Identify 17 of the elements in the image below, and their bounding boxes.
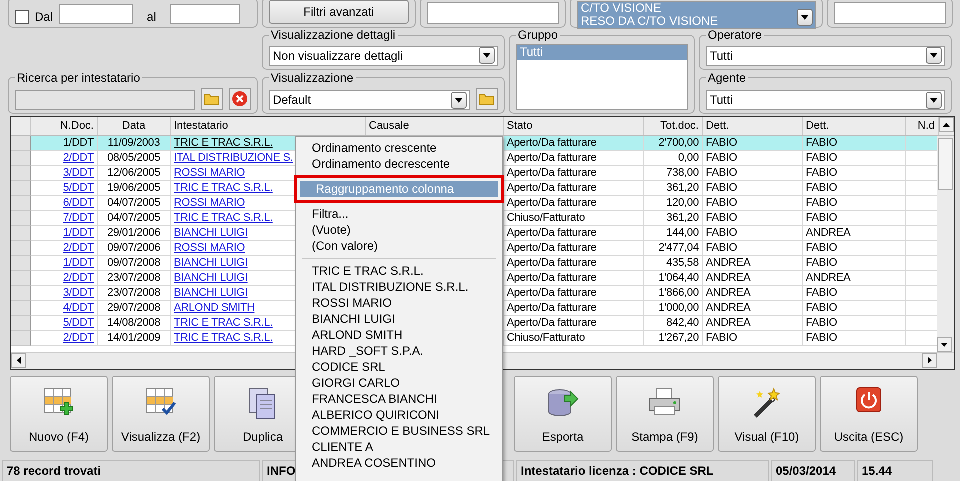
panel-title: Agente xyxy=(707,70,748,84)
status-text: 15.44 xyxy=(857,460,933,481)
panel-title: Visualizzazione xyxy=(270,70,354,84)
panel-title: Gruppo xyxy=(517,28,560,42)
table-cell: 1'267,20 xyxy=(644,331,703,346)
field-label: al xyxy=(147,10,156,24)
status-text: Intestatario licenza : CODICE SRL xyxy=(516,460,769,481)
checkbox-label: Dal xyxy=(35,10,54,24)
status-text: 78 record trovati xyxy=(2,460,260,481)
table-cell: FABIO xyxy=(703,331,803,346)
panel-title: Ricerca per intestatario xyxy=(16,70,142,84)
table-cell: FABIO xyxy=(803,331,906,346)
status-text: 05/03/2014 xyxy=(771,460,855,481)
panel-title: Operatore xyxy=(707,28,764,42)
table-cell: 14/01/2009 xyxy=(98,331,171,346)
panel-title: Visualizzazione dettagli xyxy=(270,28,397,42)
table-cell: Chiuso/Fatturato xyxy=(504,331,644,346)
